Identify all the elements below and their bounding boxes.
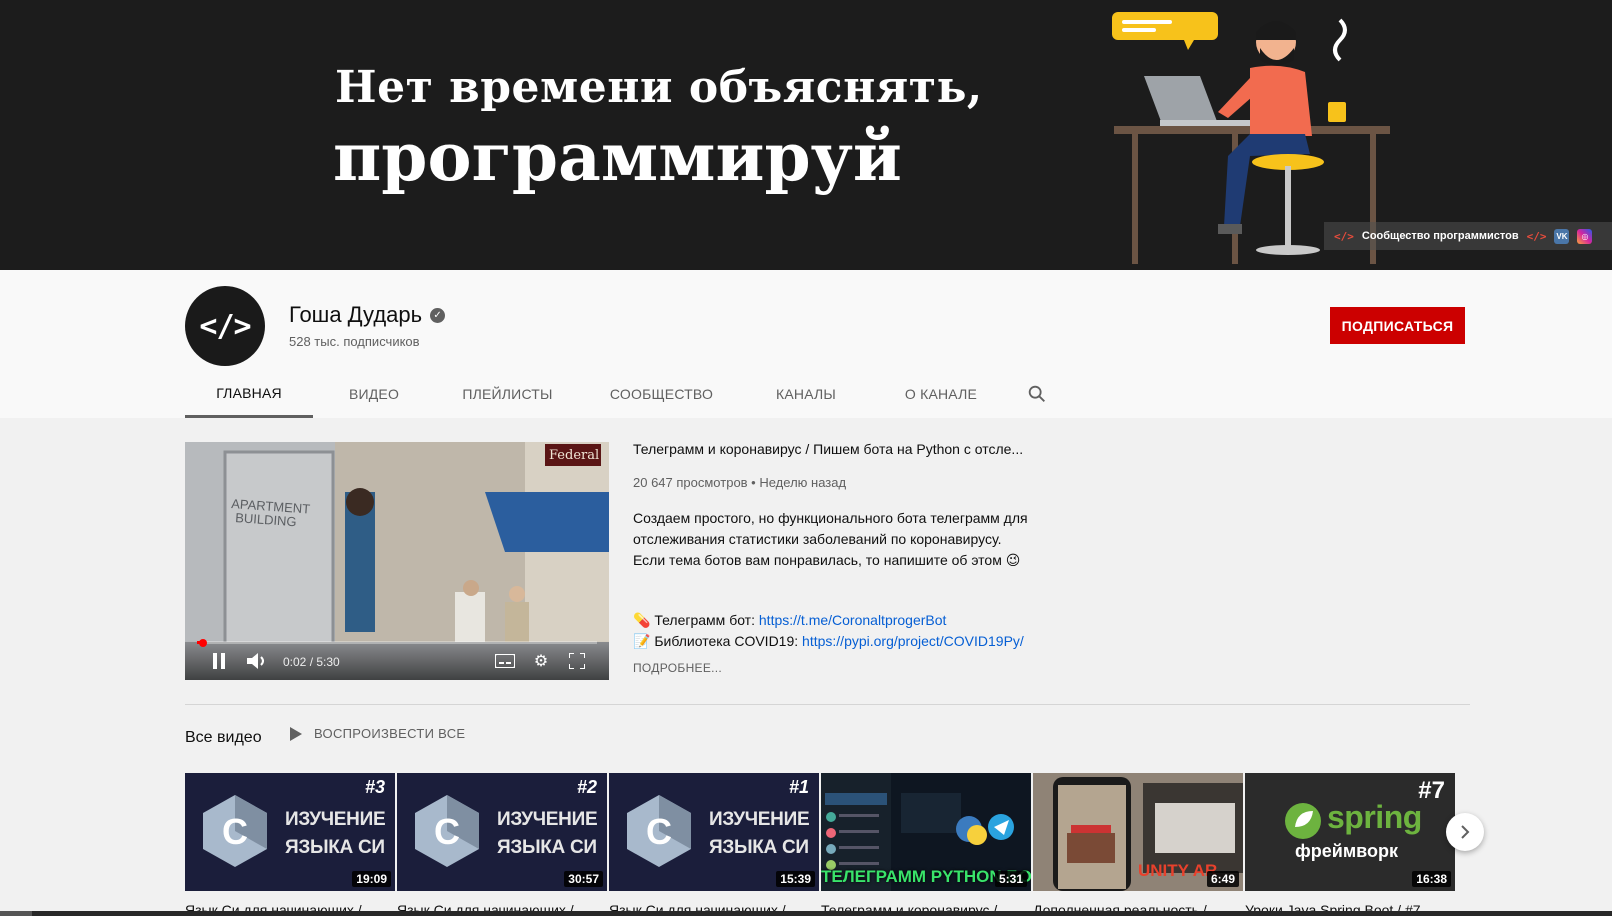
video-duration: 6:49	[1206, 871, 1239, 887]
subscribe-button[interactable]: ПОДПИСАТЬСЯ	[1330, 307, 1465, 344]
banner-links: </> Сообщество программистов </> VK ◎	[1324, 222, 1612, 250]
svg-text:C: C	[646, 811, 672, 852]
library-link-label: Библиотека COVID19:	[654, 633, 799, 649]
video-duration: 19:09	[352, 871, 391, 887]
banner-headline: Нет времени объяснять,	[335, 62, 983, 113]
spring-leaf-icon	[1285, 803, 1321, 839]
channel-tabs: ГЛАВНАЯ ВИДЕО ПЛЕЙЛИСТЫ СООБЩЕСТВО КАНАЛ…	[185, 370, 1061, 418]
episode-number: #1	[788, 777, 809, 797]
channel-page: Нет времени объяснять, программируй </> …	[0, 0, 1612, 916]
spring-brand-text: spring	[1327, 799, 1422, 835]
featured-video-meta: 20 647 просмотров • Неделю назад	[633, 475, 847, 490]
channel-header: </> Гоша Дударь ✓ 528 тыс. подписчиков П…	[0, 270, 1612, 418]
thumb-subtitle: фреймворк	[1295, 841, 1398, 861]
code-link-icon[interactable]: </>	[1527, 230, 1547, 243]
video-card[interactable]: ТЕЛЕГРАММ PYTHON БОТ 5:31 Телеграмм и ко…	[821, 773, 1031, 916]
video-duration: 15:39	[776, 871, 815, 887]
video-duration: 5:31	[994, 871, 1027, 887]
video-time: 0:02 / 5:30	[283, 655, 340, 669]
progress-scrubber[interactable]	[199, 639, 207, 647]
video-card[interactable]: UNITY AR 6:49 Дополненная реальность / .…	[1033, 773, 1243, 916]
bottom-scrollbar	[0, 911, 1612, 916]
play-icon	[290, 726, 302, 741]
video-duration: 30:57	[564, 871, 603, 887]
tab-channels[interactable]: КАНАЛЫ	[743, 370, 869, 418]
bot-link[interactable]: https://t.me/CoronaltprogerBot	[759, 612, 947, 628]
scrollbar-thumb[interactable]	[0, 911, 32, 916]
memo-icon: 📝	[633, 633, 651, 649]
channel-banner: Нет времени объяснять, программируй </> …	[0, 0, 1612, 270]
library-link-line: 📝 Библиотека COVID19: https://pypi.org/p…	[633, 633, 1024, 650]
tab-community[interactable]: СООБЩЕСТВО	[580, 370, 743, 418]
subtitles-icon[interactable]	[493, 650, 517, 672]
video-card[interactable]: spring фреймворк #7 16:38 Уроки Java Spr…	[1245, 773, 1455, 916]
vk-icon[interactable]: VK	[1554, 228, 1570, 244]
tab-home[interactable]: ГЛАВНАЯ	[185, 370, 313, 418]
video-card[interactable]: C ИЗУЧЕНИЕ ЯЗЫКА СИ #2 30:57 Язык Си для …	[397, 773, 607, 916]
featured-video-title[interactable]: Телеграмм и коронавирус / Пишем бота на …	[633, 441, 1053, 457]
tab-about[interactable]: О КАНАЛЕ	[869, 370, 1013, 418]
settings-gear-icon[interactable]: ⚙	[529, 650, 553, 672]
episode-number: #2	[576, 777, 597, 797]
shelf-next-button[interactable]	[1446, 813, 1484, 851]
channel-name-text: Гоша Дударь	[289, 302, 423, 327]
svg-text:C: C	[434, 811, 460, 852]
section-divider	[185, 704, 1470, 705]
video-card[interactable]: C ИЗУЧЕНИЕ ЯЗЫКА СИ #1 15:39 Язык Си для …	[609, 773, 819, 916]
episode-number: #7	[1418, 777, 1445, 804]
channel-name: Гоша Дударь ✓	[289, 302, 446, 328]
thumb-caption: ИЗУЧЕНИЕ ЯЗЫКА СИ	[709, 809, 810, 858]
thumb-caption: ИЗУЧЕНИЕ ЯЗЫКА СИ	[285, 809, 386, 858]
bot-link-line: 💊 Телеграмм бот: https://t.me/Coronaltpr…	[633, 612, 946, 629]
volume-icon[interactable]	[245, 650, 269, 672]
pill-icon: 💊	[633, 612, 651, 628]
video-duration: 16:38	[1412, 871, 1451, 887]
video-thumbnail[interactable]: ТЕЛЕГРАММ PYTHON БОТ 5:31	[821, 773, 1031, 891]
section-title[interactable]: Все видео	[185, 729, 262, 747]
subscriber-count: 528 тыс. подписчиков	[289, 334, 420, 349]
video-thumbnail[interactable]: C ИЗУЧЕНИЕ ЯЗЫКА СИ #1 15:39	[609, 773, 819, 891]
video-thumbnail[interactable]: C ИЗУЧЕНИЕ ЯЗЫКА СИ #3 19:09	[185, 773, 395, 891]
library-link[interactable]: https://pypi.org/project/COVID19Py/	[802, 633, 1024, 649]
featured-video-player[interactable]: APARTMENT BUILDING Federal 0:02 / 5:30 ⚙	[185, 442, 609, 680]
c-language-logo-icon: C	[203, 795, 267, 867]
video-shelf: C ИЗУЧЕНИЕ ЯЗЫКА СИ #3 19:09 Язык Си для …	[185, 773, 1465, 916]
video-thumbnail[interactable]: UNITY AR 6:49	[1033, 773, 1243, 891]
play-all-label: ВОСПРОИЗВЕСТИ ВСЕ	[314, 726, 466, 741]
fullscreen-icon[interactable]	[565, 650, 589, 672]
thumb-caption: ИЗУЧЕНИЕ ЯЗЫКА СИ	[497, 809, 598, 858]
progress-bar[interactable]	[197, 641, 597, 644]
channel-search-icon[interactable]	[1013, 370, 1061, 418]
play-all-button[interactable]: ВОСПРОИЗВЕСТИ ВСЕ	[290, 726, 465, 741]
community-link[interactable]: Сообщество программистов	[1362, 230, 1519, 242]
instagram-icon[interactable]: ◎	[1577, 228, 1593, 244]
c-language-logo-icon: C	[415, 795, 479, 867]
channel-avatar[interactable]: </>	[185, 286, 265, 366]
banner-headline-large: программируй	[333, 118, 902, 196]
video-card[interactable]: C ИЗУЧЕНИЕ ЯЗЫКА СИ #3 19:09 Язык Си для …	[185, 773, 395, 916]
read-more-link[interactable]: ПОДРОБНЕЕ...	[633, 661, 722, 675]
featured-video-description: Создаем простого, но функционального бот…	[633, 510, 1028, 568]
episode-number: #3	[364, 777, 385, 797]
tab-playlists[interactable]: ПЛЕЙЛИСТЫ	[435, 370, 580, 418]
scene-sign-text: Federal	[549, 448, 599, 463]
verified-check-icon: ✓	[430, 307, 446, 323]
c-language-logo-icon: C	[627, 795, 691, 867]
code-icon: </>	[1334, 229, 1354, 243]
thumb-overlay-text: UNITY AR	[1138, 861, 1218, 880]
video-thumbnail[interactable]: spring фреймворк #7 16:38	[1245, 773, 1455, 891]
tab-videos[interactable]: ВИДЕО	[313, 370, 435, 418]
video-thumbnail[interactable]: C ИЗУЧЕНИЕ ЯЗЫКА СИ #2 30:57	[397, 773, 607, 891]
chevron-right-icon	[1461, 825, 1470, 839]
bot-link-label: Телеграмм бот:	[654, 612, 755, 628]
svg-text:C: C	[222, 811, 248, 852]
pause-icon[interactable]	[207, 650, 231, 672]
